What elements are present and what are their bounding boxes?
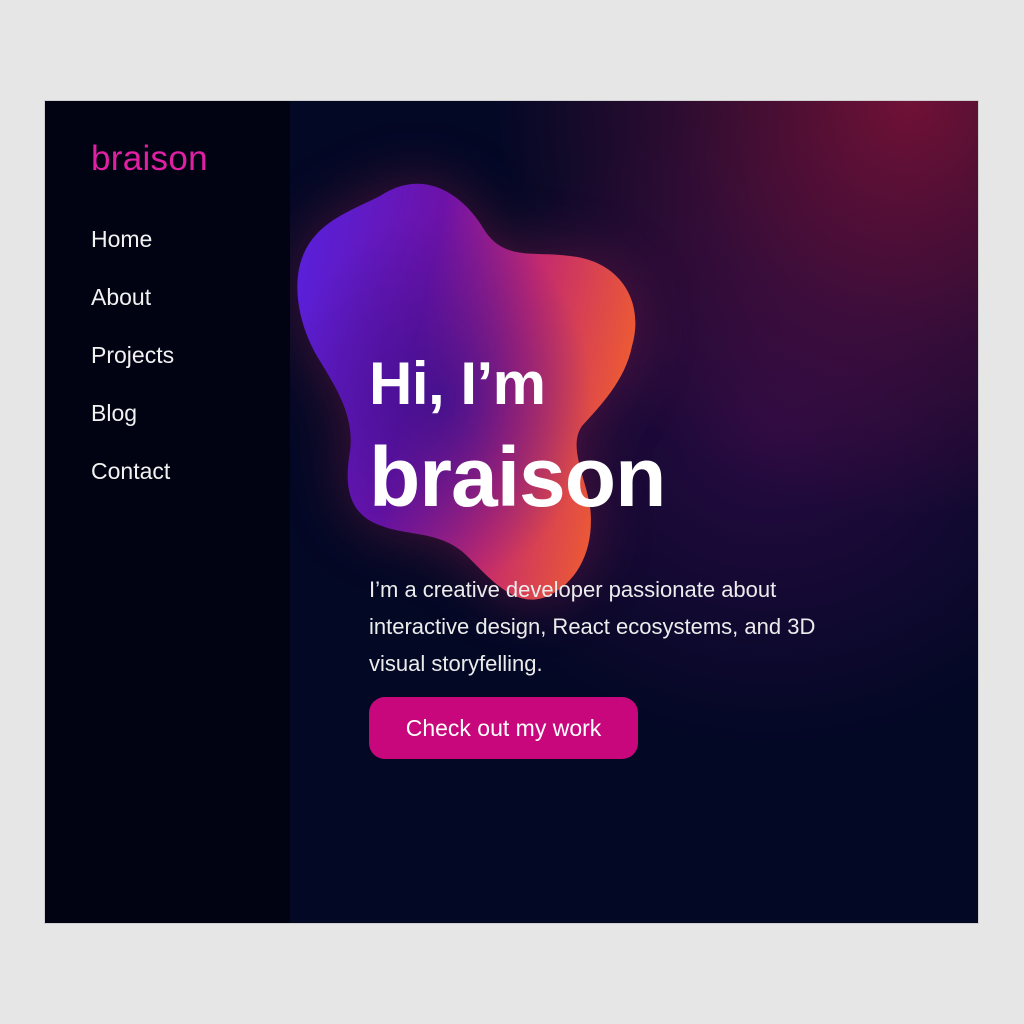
nav-item-contact[interactable]: Contact [91, 457, 174, 515]
hero-description: I’m a creative developer passionate abou… [369, 577, 816, 676]
nav-item-blog[interactable]: Blog [91, 399, 174, 457]
nav-item-home[interactable]: Home [91, 225, 174, 283]
hero-name: braison [369, 430, 666, 524]
browser-frame: braison Home About Projects Blog Contact [45, 101, 978, 923]
nav-item-projects[interactable]: Projects [91, 341, 174, 399]
sidebar: braison Home About Projects Blog Contact [45, 101, 290, 923]
nav-item-about[interactable]: About [91, 283, 174, 341]
hero-greeting: Hi, I’m [369, 350, 546, 417]
sidebar-nav: Home About Projects Blog Contact [91, 225, 174, 515]
brand-logo[interactable]: braison [91, 139, 208, 179]
check-out-work-button[interactable]: Check out my work [369, 697, 638, 759]
